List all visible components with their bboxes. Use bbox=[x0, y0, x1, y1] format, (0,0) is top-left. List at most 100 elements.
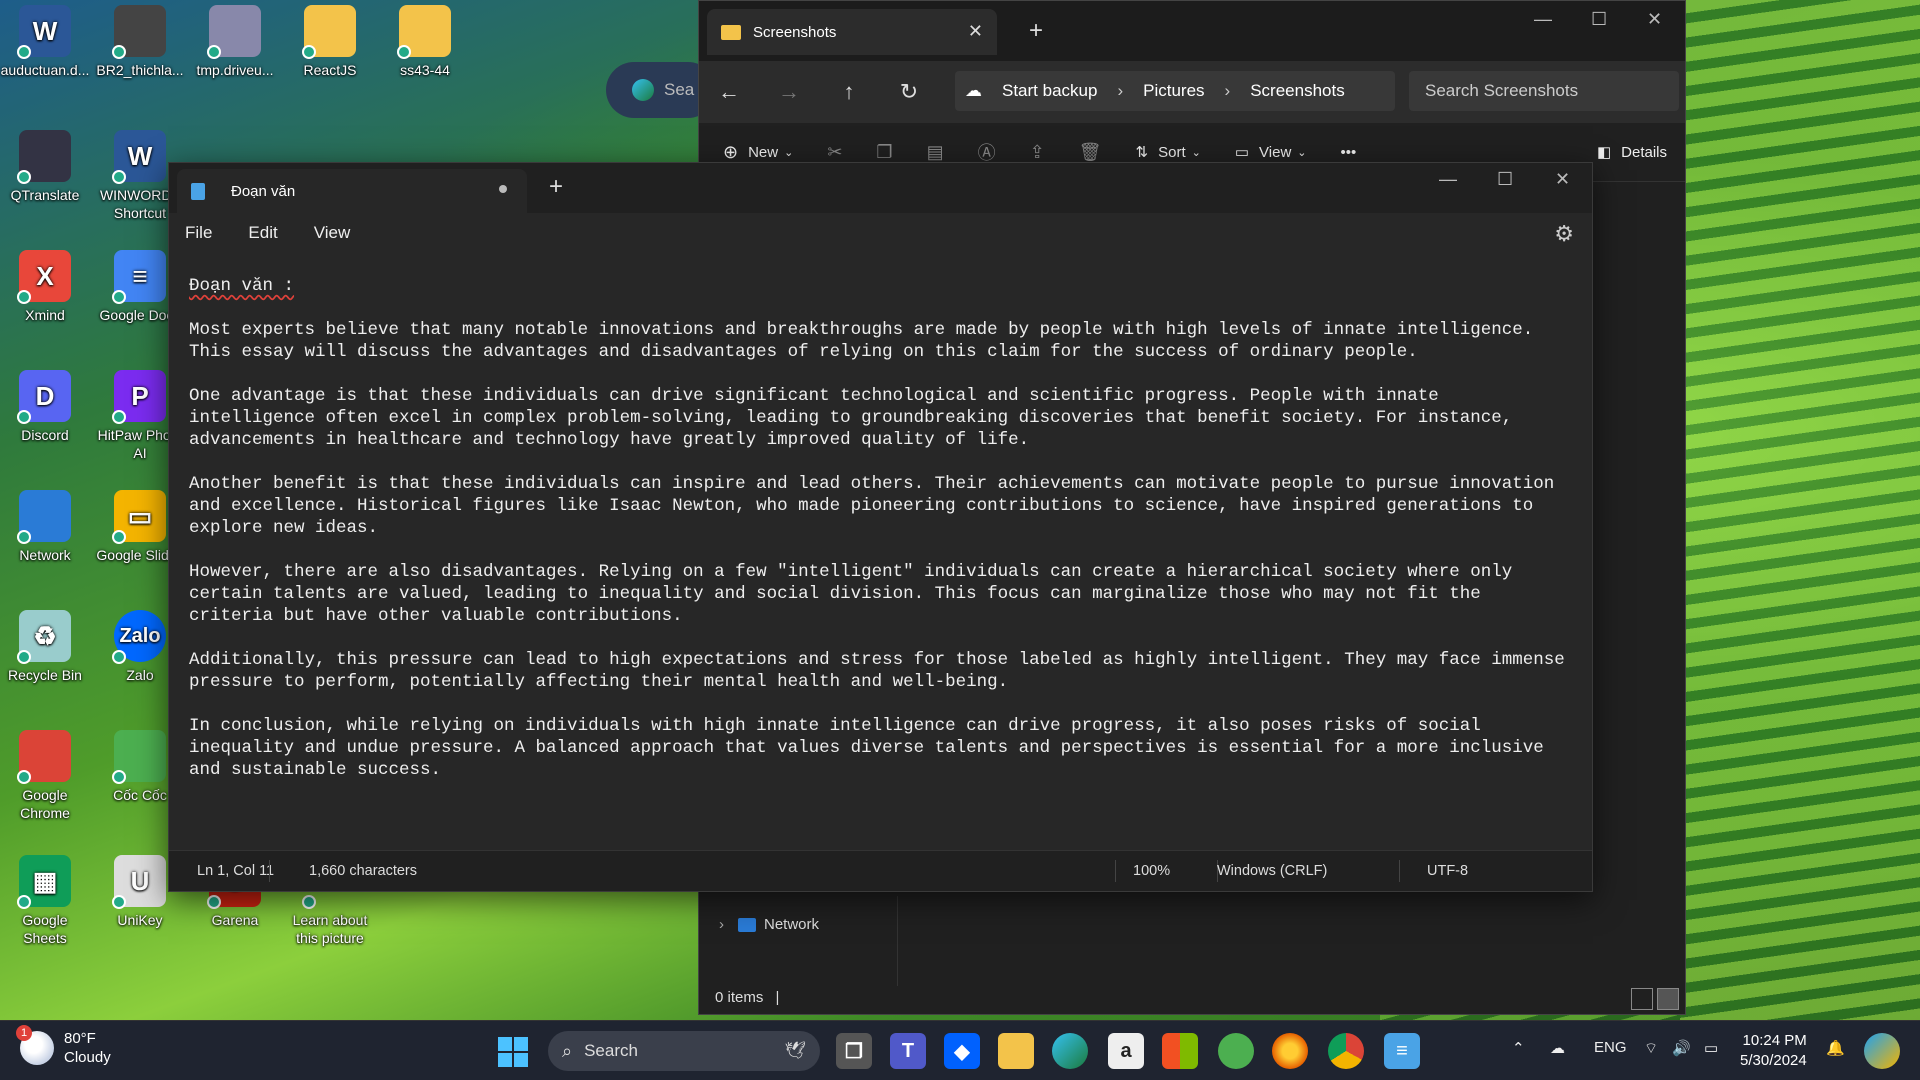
view-button[interactable]: ▭ View ⌄ bbox=[1235, 143, 1307, 162]
desktop-icon[interactable]: ss43-44 bbox=[380, 5, 470, 79]
firefox-icon[interactable] bbox=[1272, 1033, 1308, 1069]
details-button[interactable]: ◧ Details bbox=[1597, 143, 1667, 162]
tiles-view-toggle[interactable] bbox=[1657, 988, 1679, 1010]
explorer-tab-title: Screenshots bbox=[753, 23, 837, 41]
desktop-icon[interactable]: BR2_thichla... bbox=[95, 5, 185, 79]
menu-edit[interactable]: Edit bbox=[248, 223, 277, 243]
clock[interactable]: 10:24 PM 5/30/2024 bbox=[1740, 1031, 1807, 1071]
battery-icon[interactable]: ▭ bbox=[1704, 1039, 1718, 1057]
close-tab-icon[interactable]: ✕ bbox=[968, 21, 983, 42]
notepad-icon bbox=[191, 182, 205, 200]
maximize-button[interactable]: ☐ bbox=[1591, 9, 1607, 30]
desktop-icon[interactable]: Network bbox=[0, 490, 90, 564]
volume-icon[interactable]: 🔊 bbox=[1672, 1039, 1691, 1057]
up-button[interactable]: ↑ bbox=[819, 79, 879, 105]
edge-taskbar-icon[interactable] bbox=[1052, 1033, 1088, 1069]
notepad-window: Đoạn văn + — ☐ ✕ File Edit View ⚙ Đoạn v… bbox=[168, 162, 1593, 892]
zoom-level[interactable]: 100% bbox=[1133, 863, 1170, 879]
desktop-icon-label: Recycle Bin bbox=[8, 667, 82, 683]
details-view-toggle[interactable] bbox=[1631, 988, 1653, 1010]
desktop-icon[interactable]: Google Chrome bbox=[0, 730, 90, 822]
wifi-icon[interactable]: ⌔ bbox=[1644, 1039, 1658, 1058]
document-heading: Đoạn văn : bbox=[189, 276, 295, 296]
cursor-position[interactable]: Ln 1, Col 11 bbox=[197, 863, 274, 879]
google-slides-icon: ▭ bbox=[112, 490, 166, 544]
chrome-icon bbox=[17, 730, 71, 784]
task-view-icon[interactable]: ❐ bbox=[836, 1033, 872, 1069]
back-button[interactable]: ← bbox=[699, 79, 759, 105]
hitpaw-icon: P bbox=[112, 370, 166, 424]
desktop-icon-label: Google Sheets bbox=[22, 912, 68, 946]
chrome-taskbar-icon[interactable] bbox=[1328, 1033, 1364, 1069]
text-editor[interactable]: Đoạn văn : Most experts believe that many… bbox=[169, 253, 1592, 851]
menu-view[interactable]: View bbox=[314, 223, 351, 243]
explorer-navbar: ← → ↑ ↻ ☁ Start backup › Pictures › Scre… bbox=[699, 61, 1685, 123]
desktop-icon[interactable]: ♻ Recycle Bin bbox=[0, 610, 90, 684]
desktop-icon-label: Garena bbox=[211, 912, 259, 928]
explorer-search-input[interactable]: Search Screenshots bbox=[1409, 71, 1679, 111]
breadcrumb-pictures[interactable]: Pictures bbox=[1143, 81, 1204, 101]
settings-gear-icon[interactable]: ⚙ bbox=[1554, 221, 1574, 247]
delete-icon[interactable]: 🗑 bbox=[1079, 142, 1102, 163]
explorer-tab[interactable]: Screenshots ✕ bbox=[707, 9, 997, 55]
minimize-button[interactable]: — bbox=[1534, 9, 1552, 30]
new-tab-button[interactable]: + bbox=[549, 173, 563, 201]
input-language[interactable]: ENG bbox=[1594, 1039, 1627, 1056]
desktop-icon[interactable]: QTranslate bbox=[0, 130, 90, 204]
desktop-icon[interactable]: ▦ Google Sheets bbox=[0, 855, 90, 947]
cut-icon[interactable]: ✂ bbox=[827, 142, 842, 163]
nav-item-network[interactable]: › Network bbox=[719, 916, 819, 933]
nav-pane-divider bbox=[897, 896, 898, 986]
unikey-icon: U bbox=[112, 855, 166, 909]
start-backup-button[interactable]: Start backup bbox=[1002, 81, 1097, 101]
coccoc-taskbar-icon[interactable] bbox=[1218, 1033, 1254, 1069]
line-ending[interactable]: Windows (CRLF) bbox=[1217, 863, 1327, 879]
desktop-icon[interactable]: D Discord bbox=[0, 370, 90, 444]
search-highlight-bird-icon: 🕊 bbox=[784, 1041, 806, 1060]
maximize-button[interactable]: ☐ bbox=[1497, 169, 1513, 190]
refresh-button[interactable]: ↻ bbox=[879, 79, 939, 105]
encoding[interactable]: UTF-8 bbox=[1427, 863, 1468, 879]
chevron-up-icon[interactable]: ⌃ bbox=[1512, 1039, 1525, 1057]
copy-icon[interactable]: ❐ bbox=[876, 142, 892, 163]
taskbar-search[interactable]: ⌕ Search 🕊 bbox=[548, 1031, 820, 1071]
desktop-icon[interactable]: ReactJS bbox=[285, 5, 375, 79]
microsoft-store-icon[interactable] bbox=[1162, 1033, 1198, 1069]
amazon-icon[interactable]: a bbox=[1108, 1033, 1144, 1069]
address-bar[interactable]: ☁ Start backup › Pictures › Screenshots bbox=[955, 71, 1395, 111]
paste-icon[interactable]: ▤ bbox=[927, 142, 944, 163]
sync-status-icon bbox=[112, 770, 126, 784]
new-tab-button[interactable]: + bbox=[1029, 17, 1043, 45]
unsaved-indicator[interactable] bbox=[499, 185, 507, 193]
edge-search-text: Sea bbox=[664, 80, 695, 99]
notification-bell-icon[interactable]: 🔔 bbox=[1826, 1039, 1845, 1057]
weather-description: Cloudy bbox=[64, 1049, 111, 1066]
notepad-tab[interactable]: Đoạn văn bbox=[177, 169, 527, 213]
dropbox-icon[interactable]: ◆ bbox=[944, 1033, 980, 1069]
forward-button[interactable]: → bbox=[759, 79, 819, 105]
new-button[interactable]: ⊕ New ⌄ bbox=[723, 142, 793, 163]
sync-status-icon bbox=[17, 650, 31, 664]
file-explorer-taskbar-icon[interactable] bbox=[998, 1033, 1034, 1069]
onedrive-cloud-icon[interactable]: ☁ bbox=[1550, 1039, 1565, 1057]
wallpaper-terraces bbox=[1680, 0, 1920, 1020]
sort-button[interactable]: ⇅ Sort ⌄ bbox=[1136, 143, 1201, 162]
copilot-icon[interactable] bbox=[1864, 1033, 1900, 1069]
desktop-icon[interactable]: tmp.driveu... bbox=[190, 5, 280, 79]
desktop-icon[interactable]: Wauductuan.d... bbox=[0, 5, 90, 79]
status-divider bbox=[1399, 860, 1400, 882]
weather-widget[interactable]: 1 80°F Cloudy bbox=[16, 1025, 111, 1067]
more-options-icon[interactable]: ••• bbox=[1341, 144, 1357, 161]
minimize-button[interactable]: — bbox=[1439, 169, 1457, 190]
desktop-icon[interactable]: X Xmind bbox=[0, 250, 90, 324]
notepad-taskbar-icon[interactable]: ≡ bbox=[1384, 1033, 1420, 1069]
teams-icon[interactable]: T bbox=[890, 1033, 926, 1069]
desktop-icon-label: UniKey bbox=[117, 912, 163, 928]
start-button-icon[interactable] bbox=[498, 1037, 528, 1067]
share-icon[interactable]: ⇪ bbox=[1030, 142, 1045, 163]
close-window-button[interactable]: ✕ bbox=[1555, 169, 1570, 190]
close-window-button[interactable]: ✕ bbox=[1647, 9, 1662, 30]
menu-file[interactable]: File bbox=[185, 223, 212, 243]
sort-label: Sort bbox=[1158, 143, 1186, 161]
breadcrumb-screenshots[interactable]: Screenshots bbox=[1250, 81, 1345, 101]
